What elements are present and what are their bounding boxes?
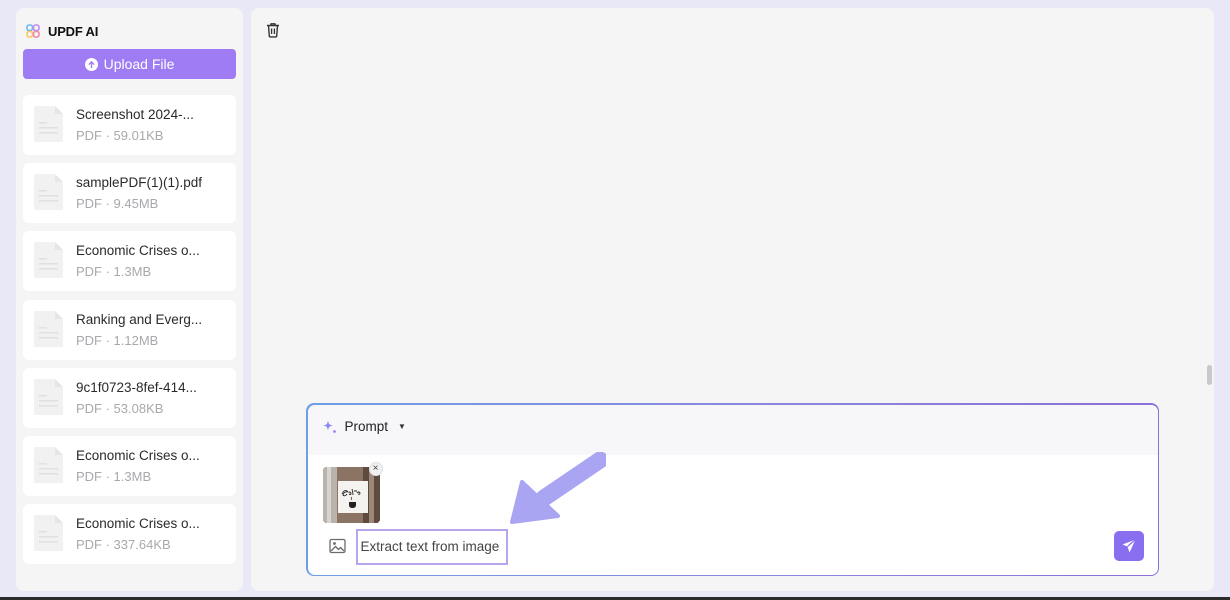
file-meta: PDF · 59.01KB <box>76 128 164 143</box>
file-meta: PDF · 9.45MB <box>76 196 159 212</box>
document-icon <box>34 515 63 552</box>
document-icon <box>34 310 63 347</box>
upload-arrow-icon <box>84 57 98 71</box>
file-name: Economic Crises o... <box>76 447 200 463</box>
sparkle-icon <box>322 420 336 433</box>
file-name: 9c1f0723-8fef-414... <box>76 379 197 395</box>
document-icon <box>34 174 63 211</box>
file-meta: PDF · 1.3MB <box>76 264 152 280</box>
prompt-label: Prompt <box>344 418 389 434</box>
updf-logo-icon <box>26 24 40 38</box>
file-item[interactable]: Screenshot 2024-... PDF · 59.01KB <box>23 95 236 155</box>
file-meta: PDF · 1.12MB <box>76 332 159 348</box>
close-icon: × <box>372 462 379 474</box>
file-meta: PDF · 53.08KB <box>76 400 164 416</box>
document-icon <box>34 446 63 483</box>
prompt-composer: Prompt ▼ × <box>306 403 1159 576</box>
file-name: samplePDF(1)(1).pdf <box>76 175 203 191</box>
file-list: Screenshot 2024-... PDF · 59.01KB sample… <box>23 95 236 572</box>
caret-down-icon: ▼ <box>398 421 406 431</box>
file-meta: PDF · 337.64KB <box>76 537 171 553</box>
file-item[interactable]: Economic Crises o... PDF · 1.3MB <box>23 231 236 292</box>
file-item[interactable]: 9c1f0723-8fef-414... PDF · 53.08KB <box>23 367 236 428</box>
file-item[interactable]: samplePDF(1)(1).pdf PDF · 9.45MB <box>23 163 236 224</box>
file-name: Economic Crises o... <box>76 243 200 259</box>
sidebar: UPDF AI Upload File Screenshot 2024-... … <box>16 8 243 591</box>
brand: UPDF AI <box>26 22 98 40</box>
composer-header: Prompt ▼ <box>307 404 1158 455</box>
send-button[interactable] <box>1113 530 1144 561</box>
app-title: UPDF AI <box>48 23 99 39</box>
file-name: Screenshot 2024-... <box>76 107 194 122</box>
file-name: Ranking and Everg... <box>76 311 203 327</box>
delete-chat-button[interactable] <box>265 21 281 39</box>
upload-file-button[interactable]: Upload File <box>23 49 236 79</box>
scrollbar-thumb[interactable] <box>1207 365 1212 385</box>
remove-attachment-button[interactable]: × <box>368 461 383 476</box>
file-meta: PDF · 1.3MB <box>76 468 152 484</box>
file-item[interactable]: Ranking and Everg... PDF · 1.12MB <box>23 299 236 360</box>
document-icon <box>34 378 63 415</box>
file-item[interactable]: Economic Crises o... PDF · 337.64KB <box>23 504 236 565</box>
trash-icon <box>267 23 279 38</box>
document-icon <box>34 106 63 142</box>
chat-panel: Prompt ▼ × <box>251 8 1214 591</box>
prompt-dropdown[interactable]: Prompt ▼ <box>322 419 406 434</box>
file-name: Economic Crises o... <box>76 516 200 532</box>
send-icon <box>1122 538 1136 552</box>
add-image-button[interactable] <box>328 538 346 554</box>
image-icon <box>328 538 346 553</box>
prompt-input[interactable] <box>355 528 508 565</box>
document-icon <box>34 242 63 279</box>
attached-image-thumbnail[interactable] <box>322 466 380 523</box>
upload-file-label: Upload File <box>103 56 175 72</box>
file-item[interactable]: Economic Crises o... PDF · 1.3MB <box>23 435 236 496</box>
